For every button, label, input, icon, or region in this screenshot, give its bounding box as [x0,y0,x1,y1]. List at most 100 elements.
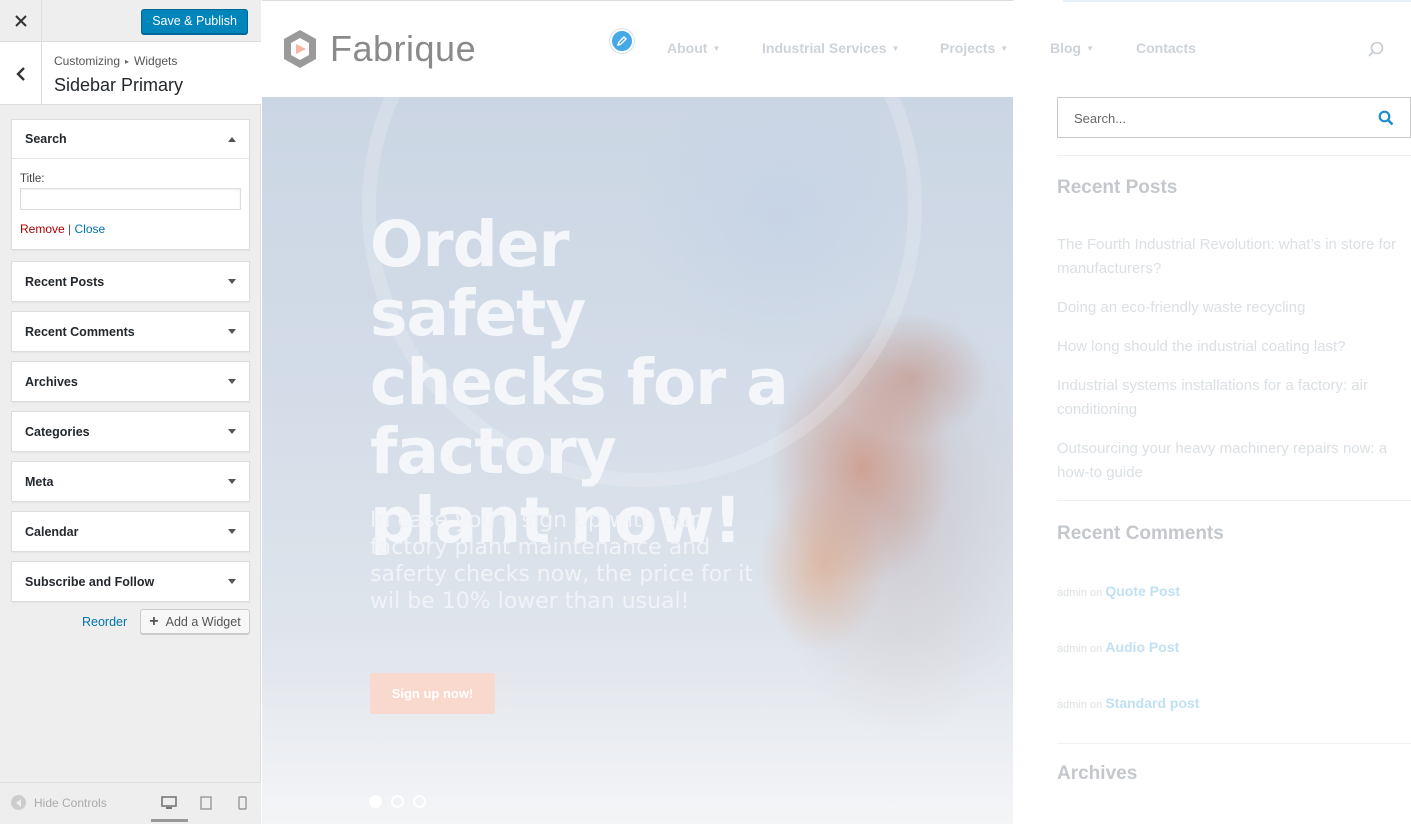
divider [1057,155,1411,156]
nav-item-contacts[interactable]: Contacts [1136,40,1196,56]
expand-arrow-icon[interactable] [228,329,236,334]
breadcrumb-separator-icon: ▸ [125,57,130,66]
archives-heading: Archives [1057,763,1138,784]
pencil-icon [616,36,627,47]
widget-title-input[interactable] [20,188,241,210]
tablet-icon [200,796,212,810]
widget-recent-comments[interactable]: Recent Comments [11,311,250,352]
comment-post-link[interactable]: Audio Post [1105,639,1179,655]
expand-arrow-icon[interactable] [228,279,236,284]
tablet-preview-button[interactable] [195,792,217,814]
remove-widget-link[interactable]: Remove [20,222,65,236]
hide-controls-label: Hide Controls [34,795,107,810]
widget-title: Recent Posts [25,274,105,289]
save-publish-button[interactable]: Save & Publish [141,9,248,34]
slider-dot-2[interactable] [391,795,404,808]
actions-separator: | [68,222,72,236]
widget-categories[interactable]: Categories [11,411,250,452]
slider-dot-1[interactable] [369,795,382,808]
widget-title: Subscribe and Follow [25,574,155,589]
widget-title: Archives [25,374,78,389]
breadcrumb-current: Widgets [134,54,178,68]
close-icon [14,15,27,27]
desktop-preview-button[interactable] [158,792,180,814]
collapse-arrow-icon[interactable] [228,136,236,142]
site-logo[interactable]: Fabrique [282,28,476,70]
back-button[interactable] [0,42,42,105]
header-border-right [1063,0,1411,2]
slider-dot-3[interactable] [413,795,426,808]
nav-label: Projects [940,40,996,56]
nav-label: About [667,40,708,56]
recent-post-link[interactable]: How long should the industrial coating l… [1057,335,1407,359]
chevron-down-icon: ▼ [1000,43,1009,53]
desktop-icon [161,796,177,809]
expand-arrow-icon[interactable] [228,579,236,584]
sidebar-search-field[interactable]: Search... [1057,97,1411,138]
reorder-link[interactable]: Reorder [82,615,127,629]
expand-arrow-icon[interactable] [228,429,236,434]
recent-comment: admin on Audio Post [1057,639,1179,655]
expand-arrow-icon[interactable] [228,529,236,534]
header-border [262,0,1013,1]
widget-recent-posts[interactable]: Recent Posts [11,261,250,302]
search-icon [1368,41,1384,57]
widget-title: Meta [25,474,54,489]
hide-controls-button[interactable]: Hide Controls [11,795,107,810]
search-submit-button[interactable] [1378,110,1394,131]
hero-title: Order safety checks for a factory plant … [370,208,789,557]
add-widget-label: Add a Widget [165,614,241,629]
recent-comment: admin on Standard post [1057,695,1199,711]
recent-post-link[interactable]: The Fourth Industrial Revolution: what’s… [1057,233,1407,281]
chevron-down-icon: ▼ [712,43,721,53]
comment-author: admin [1057,699,1087,711]
mobile-preview-button[interactable] [231,792,253,814]
nav-label: Blog [1050,40,1082,56]
nav-item-about[interactable]: About ▼ [667,40,720,56]
widget-title: Calendar [25,524,79,539]
panel-header: Save & Publish [0,0,261,42]
divider [1057,743,1411,744]
header-search-button[interactable] [1367,40,1385,63]
expand-arrow-icon[interactable] [228,479,236,484]
close-widget-link[interactable]: Close [75,222,106,236]
nav-item-industrial-services[interactable]: Industrial Services ▼ [762,40,899,56]
widget-title: Categories [25,424,90,439]
recent-post-link[interactable]: Outsourcing your heavy machinery repairs… [1057,437,1407,485]
divider [1057,500,1411,501]
breadcrumb: Customizing ▸ Widgets [54,54,177,68]
comment-post-link[interactable]: Quote Post [1105,583,1180,599]
recent-post-link[interactable]: Doing an eco-friendly waste recycling [1057,296,1407,320]
add-widget-button[interactable]: + Add a Widget [140,609,250,634]
close-customizer-button[interactable] [0,0,42,42]
widget-title: Recent Comments [25,324,135,339]
comment-on-text: on [1090,699,1103,711]
widget-search-header[interactable]: Search [12,120,249,159]
comment-post-link[interactable]: Standard post [1105,695,1199,711]
logo-text: Fabrique [330,28,477,69]
chevron-left-icon [15,66,25,81]
recent-posts-heading: Recent Posts [1057,177,1178,198]
hero-signup-button[interactable]: Sign up now! [370,673,495,714]
comment-on-text: on [1090,587,1103,599]
recent-comment: admin on Quote Post [1057,583,1180,599]
nav-item-blog[interactable]: Blog ▼ [1050,40,1094,56]
hero-subtitle: In case you’ll sign up with our factory … [370,508,753,614]
widget-subscribe-follow[interactable]: Subscribe and Follow [11,561,250,602]
breadcrumb-root: Customizing [54,54,121,68]
chevron-down-icon: ▼ [1086,43,1095,53]
plus-icon: + [149,612,159,630]
edit-shortcut-button[interactable] [610,29,634,53]
widget-meta[interactable]: Meta [11,461,250,502]
nav-item-projects[interactable]: Projects ▼ [940,40,1008,56]
widget-calendar[interactable]: Calendar [11,511,250,552]
active-device-indicator [151,819,188,822]
recent-comments-heading: Recent Comments [1057,523,1224,544]
recent-post-link[interactable]: Industrial systems installations for a f… [1057,374,1407,422]
comment-author: admin [1057,587,1087,599]
expand-arrow-icon[interactable] [228,379,236,384]
fabrique-logo-icon [284,30,316,68]
widget-archives[interactable]: Archives [11,361,250,402]
widget-title: Search [25,132,67,146]
mobile-icon [237,796,247,810]
